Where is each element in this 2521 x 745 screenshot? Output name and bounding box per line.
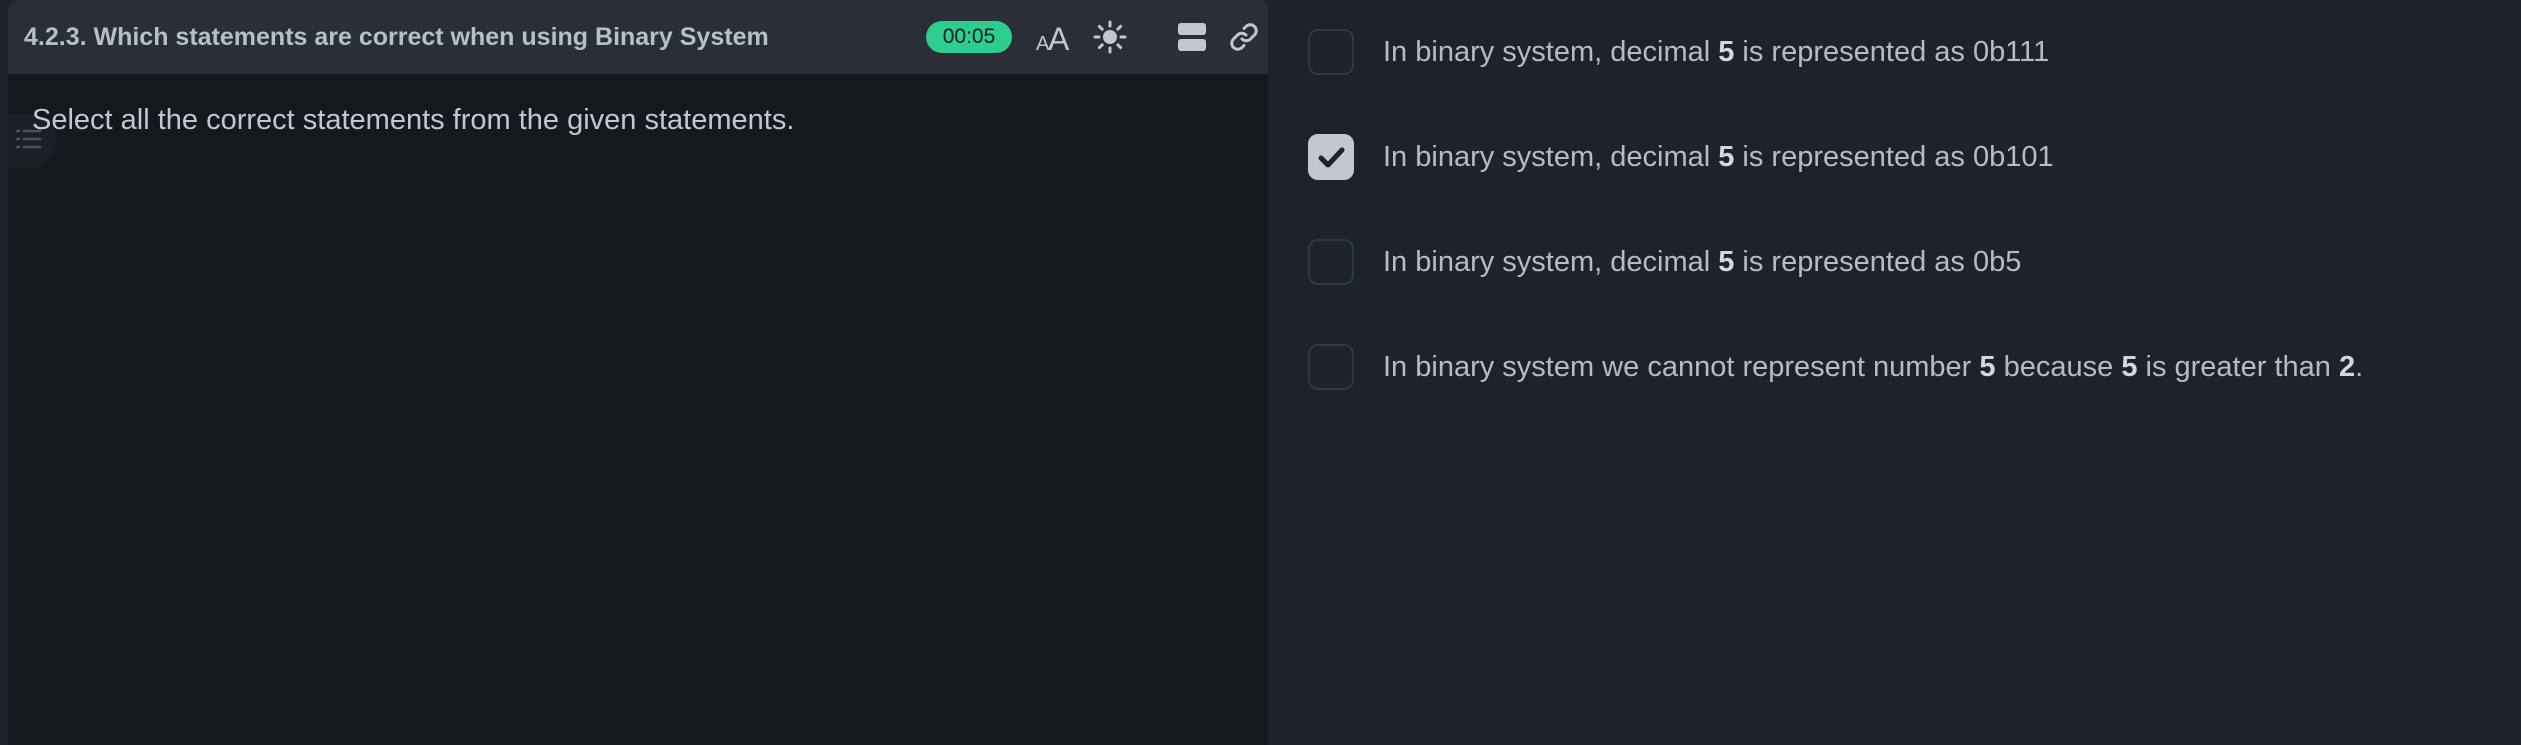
question-panel: 4.2.3. Which statements are correct when…	[8, 0, 1268, 745]
option-label-emphasis: 2	[2338, 350, 2356, 383]
option-label-text: In binary system, decimal	[1383, 140, 1719, 173]
sun-icon[interactable]	[1088, 17, 1132, 57]
layout-icon[interactable]	[1170, 17, 1214, 57]
question-prompt: Select all the correct statements from t…	[32, 104, 795, 136]
option-label: In binary system, decimal 5 is represent…	[1383, 36, 2049, 69]
quiz-app: 4.2.3. Which statements are correct when…	[0, 0, 2521, 745]
left-edge-strip	[0, 0, 8, 745]
option-label-text: because	[1995, 350, 2122, 383]
font-size-icon[interactable]: A A	[1032, 17, 1076, 57]
option-label-emphasis: 5	[1979, 350, 1996, 383]
option-label-text: In binary system, decimal	[1383, 245, 1719, 278]
option-label-text: is represented as 0b101	[1734, 140, 2054, 173]
option-label-text: In binary system we cannot represent num…	[1383, 350, 1980, 383]
option-label-emphasis: 5	[1718, 140, 1735, 173]
option-label-emphasis: 5	[1718, 245, 1735, 278]
option-item[interactable]: In binary system, decimal 5 is represent…	[1308, 129, 2498, 185]
timer-badge: 00:05	[926, 21, 1012, 53]
option-label-emphasis: 5	[2121, 350, 2138, 383]
question-title: 4.2.3. Which statements are correct when…	[24, 23, 769, 51]
option-label-text: is represented as 0b5	[1734, 245, 2022, 278]
option-label-text: is greater than	[2137, 350, 2339, 383]
option-label: In binary system, decimal 5 is represent…	[1383, 141, 2054, 174]
option-checkbox[interactable]	[1308, 134, 1354, 180]
option-label-text: is represented as 0b111	[1734, 35, 2050, 68]
option-label-text: .	[2355, 350, 2364, 383]
checkmark-icon	[1318, 147, 1345, 168]
option-checkbox[interactable]	[1308, 239, 1354, 285]
svg-text:A: A	[1048, 21, 1070, 54]
option-checkbox[interactable]	[1308, 344, 1354, 390]
option-item[interactable]: In binary system we cannot represent num…	[1308, 339, 2498, 395]
option-item[interactable]: In binary system, decimal 5 is represent…	[1308, 234, 2498, 290]
option-label-emphasis: 5	[1718, 35, 1735, 68]
option-checkbox[interactable]	[1308, 29, 1354, 75]
option-item[interactable]: In binary system, decimal 5 is represent…	[1308, 24, 2498, 80]
option-label: In binary system we cannot represent num…	[1383, 351, 2363, 384]
option-label-text: In binary system, decimal	[1383, 35, 1719, 68]
question-header: 4.2.3. Which statements are correct when…	[8, 0, 1268, 74]
link-icon[interactable]	[1222, 17, 1266, 57]
option-label: In binary system, decimal 5 is represent…	[1383, 246, 2021, 279]
